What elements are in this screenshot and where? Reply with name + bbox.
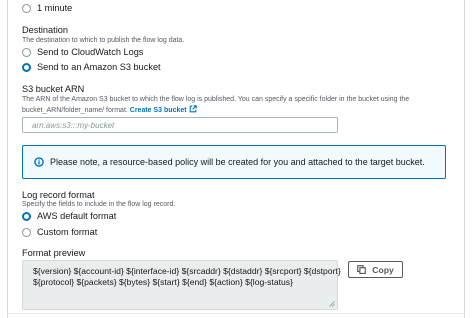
s3-bucket-arn-input[interactable] (32, 120, 337, 130)
copy-button-label: Copy (372, 264, 394, 275)
radio-button[interactable] (22, 47, 31, 57)
panel-bottom-border (7, 313, 465, 314)
info-icon (34, 157, 44, 167)
radio-send-to-cloudwatch[interactable]: Send to CloudWatch Logs (22, 46, 143, 58)
radio-custom-format[interactable]: Custom format (22, 226, 97, 238)
radio-send-to-s3[interactable]: Send to an Amazon S3 bucket (22, 61, 161, 73)
format-preview-heading: Format preview (22, 248, 86, 258)
format-preview-line2: ${protocol} ${packets} ${bytes} ${start}… (33, 277, 293, 287)
format-preview-line1: ${version} ${account-id} ${interface-id}… (33, 266, 341, 276)
radio-label: Custom format (37, 227, 98, 237)
external-link-icon (189, 105, 197, 113)
panel-left-border (7, 0, 8, 318)
alert-message: Please note, a resource-based policy wil… (50, 157, 425, 167)
panel-right-border (464, 0, 465, 318)
s3-bucket-arn-heading: S3 bucket ARN (22, 84, 85, 94)
radio-button[interactable] (22, 3, 31, 13)
radio-button-selected[interactable] (22, 211, 31, 221)
s3-bucket-arn-input-wrapper[interactable] (22, 117, 338, 133)
resource-policy-alert: Please note, a resource-based policy wil… (22, 145, 446, 179)
radio-label: Send to CloudWatch Logs (37, 47, 144, 57)
destination-heading: Destination (22, 25, 68, 35)
radio-label: AWS default format (37, 211, 117, 221)
radio-aws-default-format[interactable]: AWS default format (22, 210, 116, 222)
copy-button[interactable]: Copy (348, 261, 403, 278)
radio-button-selected[interactable] (22, 62, 31, 72)
s3-bucket-arn-format-text: bucket_ARN/folder_name/ format. (22, 107, 128, 114)
s3-bucket-arn-description-line1: The ARN of the Amazon S3 bucket to which… (22, 96, 410, 103)
copy-icon (357, 265, 367, 274)
create-s3-bucket-link[interactable]: Create S3 bucket (129, 105, 197, 114)
radio-button[interactable] (22, 227, 31, 237)
create-s3-bucket-link-label: Create S3 bucket (129, 107, 187, 114)
log-record-format-heading: Log record format (22, 190, 95, 200)
radio-label: 1 minute (37, 3, 73, 13)
destination-description: The destination to which to publish the … (22, 37, 185, 44)
format-preview-textarea: ${version} ${account-id} ${interface-id}… (22, 260, 341, 310)
radio-1-minute[interactable]: 1 minute (22, 2, 72, 14)
s3-bucket-arn-description-line2: bucket_ARN/folder_name/ format. Create S… (22, 105, 197, 116)
resize-grip-icon[interactable] (329, 301, 335, 307)
log-record-format-description: Specify the fields to include in the flo… (22, 201, 176, 208)
radio-label: Send to an Amazon S3 bucket (37, 62, 161, 72)
